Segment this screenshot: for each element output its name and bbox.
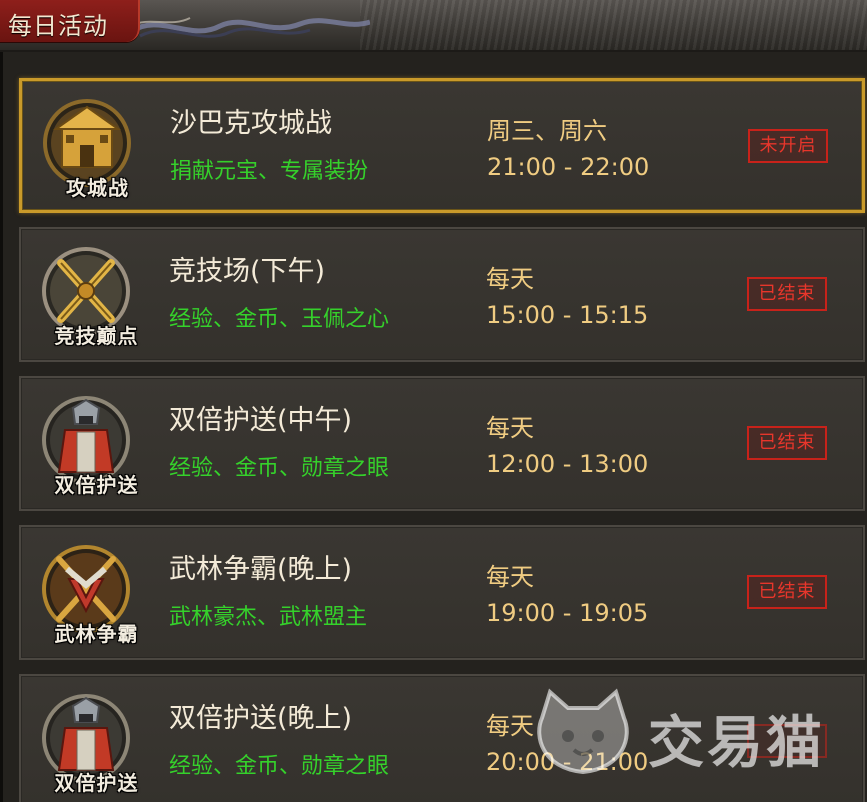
- status-badge: 已结束: [747, 575, 827, 609]
- activity-days: 每天: [486, 414, 534, 442]
- activity-emblem: 攻城战: [40, 93, 155, 203]
- page-title: 每日活动: [8, 12, 108, 40]
- activity-time: 19:00 - 19:05: [486, 599, 649, 627]
- activity-rewards: 经验、金币、勋章之眼: [169, 456, 390, 481]
- activity-row-wulin[interactable]: 武林争霸 武林争霸(晚上) 武林豪杰、武林盟主 每天 19:00 - 19:05…: [19, 525, 865, 660]
- activity-row-arena[interactable]: 竞技巅点 竞技场(下午) 经验、金币、玉佩之心 每天 15:00 - 15:15…: [19, 227, 865, 362]
- emblem-label: 双倍护送: [54, 473, 139, 497]
- activity-name: 双倍护送(中午): [169, 405, 353, 436]
- activity-time: 21:00 - 22:00: [487, 153, 650, 181]
- emblem-label: 双倍护送: [54, 771, 139, 795]
- activity-name: 武林争霸(晚上): [169, 554, 353, 585]
- activity-time: 15:00 - 15:15: [486, 301, 649, 329]
- activity-emblem: 双倍护送: [39, 390, 154, 500]
- activity-days: 每天: [486, 265, 534, 293]
- header-texture: [360, 0, 867, 50]
- emblem-label: 竞技巅点: [54, 324, 139, 348]
- header-bar: 每日活动: [0, 0, 867, 52]
- emblem-label: 攻城战: [66, 176, 129, 200]
- activity-rewards: 武林豪杰、武林盟主: [169, 605, 368, 630]
- activity-row-escort-noon[interactable]: 双倍护送 双倍护送(中午) 经验、金币、勋章之眼 每天 12:00 - 13:0…: [19, 376, 865, 511]
- activity-rewards: 经验、金币、玉佩之心: [169, 307, 390, 332]
- activity-emblem: 双倍护送: [39, 688, 154, 798]
- activity-rewards: 经验、金币、勋章之眼: [169, 754, 390, 779]
- dragon-ornament-icon: [130, 17, 370, 38]
- activity-emblem: 竞技巅点: [39, 241, 154, 351]
- activity-list: 攻城战 沙巴克攻城战 捐献元宝、专属装扮 周三、周六 21:00 - 22:00…: [0, 52, 867, 802]
- activity-time: 20:00 - 21:00: [486, 748, 649, 776]
- emblem-label: 武林争霸: [54, 622, 139, 646]
- activity-name: 沙巴克攻城战: [170, 108, 332, 139]
- status-badge: 未开启: [748, 129, 828, 163]
- status-badge: [747, 724, 827, 758]
- status-badge: 已结束: [747, 277, 827, 311]
- activity-rewards: 捐献元宝、专属装扮: [170, 159, 369, 184]
- title-tab[interactable]: 每日活动: [0, 0, 140, 42]
- activity-row-escort-evening[interactable]: 双倍护送 双倍护送(晚上) 经验、金币、勋章之眼 每天 20:00 - 21:0…: [19, 674, 865, 802]
- activity-days: 每天: [486, 712, 534, 740]
- activity-name: 双倍护送(晚上): [169, 703, 353, 734]
- activity-days: 周三、周六: [487, 117, 607, 145]
- activity-time: 12:00 - 13:00: [486, 450, 649, 478]
- activity-name: 竞技场(下午): [169, 256, 326, 287]
- activity-days: 每天: [486, 563, 534, 591]
- activity-emblem: 武林争霸: [39, 539, 154, 649]
- status-badge: 已结束: [747, 426, 827, 460]
- activity-row-siege[interactable]: 攻城战 沙巴克攻城战 捐献元宝、专属装扮 周三、周六 21:00 - 22:00…: [19, 78, 865, 213]
